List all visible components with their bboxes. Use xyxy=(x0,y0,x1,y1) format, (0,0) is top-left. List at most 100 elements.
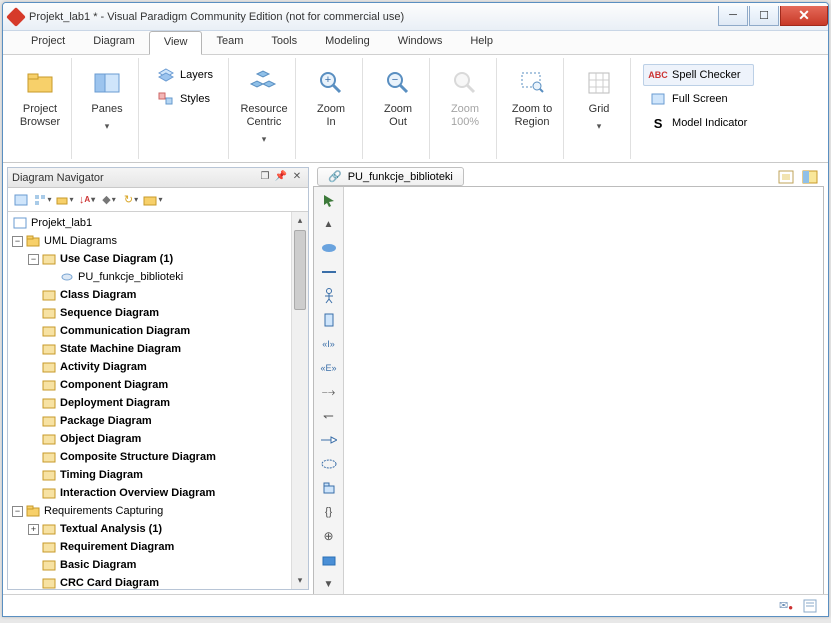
palette-scroll-icon[interactable]: ▼ xyxy=(318,574,340,594)
fit-view-icon[interactable] xyxy=(776,168,796,186)
tree-group-requirements[interactable]: − Requirements Capturing xyxy=(8,502,308,520)
more-tools-icon[interactable] xyxy=(318,550,340,570)
editor-area: 🔗 PU_funkcje_biblioteki ▲ «I» «E» ⤍ xyxy=(313,167,824,590)
diagram-canvas[interactable] xyxy=(344,187,823,594)
tree-group-uml[interactable]: − UML Diagrams xyxy=(8,232,308,250)
diagram-category-icon xyxy=(41,540,57,554)
collapse-toggle[interactable]: − xyxy=(28,254,39,265)
messages-icon[interactable]: ✉● xyxy=(778,598,794,614)
tree-item[interactable]: +Textual Analysis (1) xyxy=(8,520,308,538)
menu-modeling[interactable]: Modeling xyxy=(311,31,384,54)
panel-close-icon[interactable]: ✕ xyxy=(290,171,304,185)
tree-item[interactable]: Object Diagram xyxy=(8,430,308,448)
dependency-tool-icon[interactable]: ⤍ xyxy=(318,382,340,402)
menu-windows[interactable]: Windows xyxy=(384,31,457,54)
tree-item[interactable]: State Machine Diagram xyxy=(8,340,308,358)
constraint-tool-icon[interactable]: {} xyxy=(318,502,340,522)
anchor-tool-icon[interactable]: ⊕ xyxy=(318,526,340,546)
usecase-tool-icon[interactable] xyxy=(318,238,340,258)
package-tool-icon[interactable] xyxy=(318,478,340,498)
model-indicator-button[interactable]: S Model Indicator xyxy=(643,112,754,134)
tree-item[interactable]: Class Diagram xyxy=(8,286,308,304)
minimize-button[interactable]: ─ xyxy=(718,6,748,26)
scroll-thumb[interactable] xyxy=(294,230,306,310)
spell-checker-button[interactable]: ABC Spell Checker xyxy=(643,64,754,86)
collapse-toggle[interactable]: − xyxy=(12,506,23,517)
tree-item[interactable]: − Use Case Diagram (1) xyxy=(8,250,308,268)
system-tool-icon[interactable] xyxy=(318,310,340,330)
zoom-region-button[interactable]: Zoom to Region xyxy=(503,60,561,156)
tree-item[interactable]: Basic Diagram xyxy=(8,556,308,574)
tree-item[interactable]: Requirement Diagram xyxy=(8,538,308,556)
ribbon: Project Browser Panes Layers Styles xyxy=(3,55,828,163)
menu-help[interactable]: Help xyxy=(456,31,507,54)
panel-pin-icon[interactable]: 📌 xyxy=(274,171,288,185)
menu-team[interactable]: Team xyxy=(202,31,257,54)
sort-icon[interactable]: ↓A xyxy=(77,191,97,209)
full-screen-button[interactable]: Full Screen xyxy=(643,88,754,110)
panes-button[interactable]: Panes xyxy=(78,60,136,156)
filter-icon[interactable] xyxy=(55,191,75,209)
maximize-button[interactable]: ☐ xyxy=(749,6,779,26)
scroll-down-icon[interactable]: ▾ xyxy=(292,572,308,589)
grid-button[interactable]: Grid xyxy=(570,60,628,156)
styles-button[interactable]: Styles xyxy=(151,88,220,110)
model-indicator-icon: S xyxy=(650,116,666,130)
folder-open-icon xyxy=(25,234,41,248)
new-diagram-icon[interactable] xyxy=(11,191,31,209)
actor-tool-icon[interactable] xyxy=(318,286,340,306)
tree-item[interactable]: Package Diagram xyxy=(8,412,308,430)
tree-item[interactable]: Composite Structure Diagram xyxy=(8,448,308,466)
zoom-100-button[interactable]: Zoom 100% xyxy=(436,60,494,156)
tree-item-diagram[interactable]: PU_funkcje_biblioteki xyxy=(8,268,308,286)
tree-item[interactable]: Interaction Overview Diagram xyxy=(8,484,308,502)
menu-tools[interactable]: Tools xyxy=(257,31,311,54)
menu-diagram[interactable]: Diagram xyxy=(79,31,149,54)
expand-tool-icon[interactable]: ▲ xyxy=(318,214,340,234)
collapse-icon[interactable]: ◆ xyxy=(99,191,119,209)
line-tool-icon[interactable] xyxy=(318,262,340,282)
layers-button[interactable]: Layers xyxy=(151,64,220,86)
pointer-tool-icon[interactable] xyxy=(318,190,340,210)
association-tool-icon[interactable]: ↽ xyxy=(318,406,340,426)
tree-item[interactable]: Deployment Diagram xyxy=(8,394,308,412)
collaboration-tool-icon[interactable] xyxy=(318,454,340,474)
resource-centric-button[interactable]: Resource Centric xyxy=(235,60,293,156)
refresh-icon[interactable]: ↻ xyxy=(121,191,141,209)
include-tool-icon[interactable]: «I» xyxy=(318,334,340,354)
app-window: Projekt_lab1 * - Visual Paradigm Communi… xyxy=(2,2,829,617)
zoom-out-button[interactable]: − Zoom Out xyxy=(369,60,427,156)
expand-toggle[interactable]: + xyxy=(28,524,39,535)
open-folder-icon[interactable] xyxy=(143,191,163,209)
diagram-category-icon xyxy=(41,360,57,374)
tree-item[interactable]: Sequence Diagram xyxy=(8,304,308,322)
tree-item[interactable]: Timing Diagram xyxy=(8,466,308,484)
tree-root[interactable]: Projekt_lab1 xyxy=(8,214,308,232)
diagram-category-icon xyxy=(41,558,57,572)
tree-item[interactable]: Component Diagram xyxy=(8,376,308,394)
tree-view-icon[interactable] xyxy=(33,191,53,209)
fullscreen-icon xyxy=(650,92,666,106)
tree-scrollbar[interactable]: ▴ ▾ xyxy=(291,212,308,589)
scroll-up-icon[interactable]: ▴ xyxy=(292,212,308,229)
spellcheck-icon: ABC xyxy=(650,68,666,82)
menu-project[interactable]: Project xyxy=(17,31,79,54)
zoom-in-button[interactable]: + Zoom In xyxy=(302,60,360,156)
panel-toggle-icon[interactable] xyxy=(800,168,820,186)
tree-item[interactable]: Communication Diagram xyxy=(8,322,308,340)
panel-restore-icon[interactable]: ❐ xyxy=(258,171,272,185)
document-tab[interactable]: 🔗 PU_funkcje_biblioteki xyxy=(317,167,464,186)
close-button[interactable]: ✕ xyxy=(780,6,828,26)
project-browser-button[interactable]: Project Browser xyxy=(11,60,69,156)
generalization-tool-icon[interactable] xyxy=(318,430,340,450)
navigator-tree[interactable]: Projekt_lab1 − UML Diagrams − Use Case D… xyxy=(8,212,308,589)
extend-tool-icon[interactable]: «E» xyxy=(318,358,340,378)
notes-icon[interactable] xyxy=(802,598,818,614)
tree-item[interactable]: Activity Diagram xyxy=(8,358,308,376)
svg-text:+: + xyxy=(325,74,331,86)
menu-view[interactable]: View xyxy=(149,31,203,55)
collapse-toggle[interactable]: − xyxy=(12,236,23,247)
diagram-category-icon xyxy=(41,306,57,320)
tree-item[interactable]: CRC Card Diagram xyxy=(8,574,308,589)
diagram-category-icon xyxy=(41,486,57,500)
